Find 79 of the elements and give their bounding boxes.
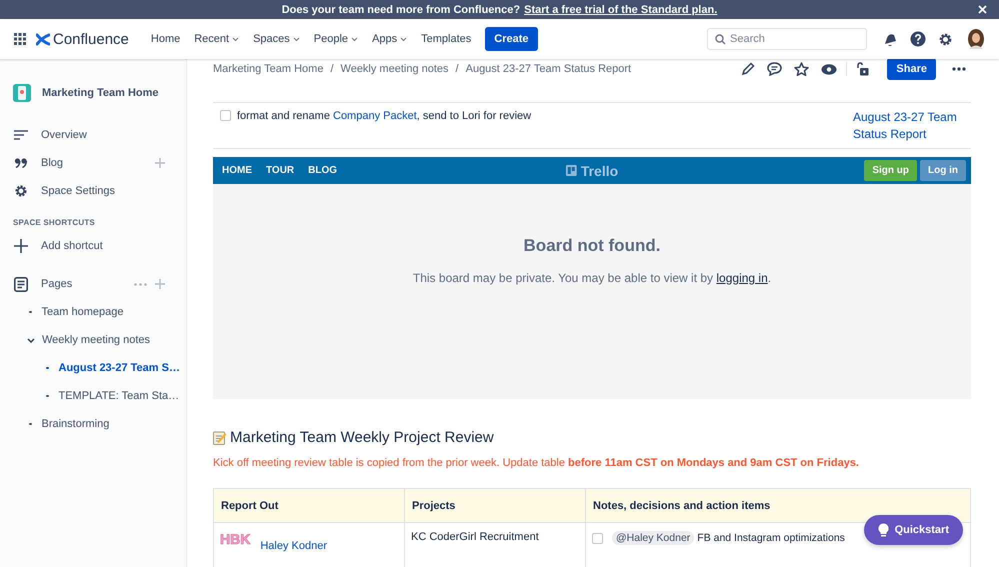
overview-icon: [14, 130, 28, 140]
trial-link[interactable]: Start a free trial of the Standard plan.: [524, 4, 718, 16]
person-link[interactable]: Haley Kodner: [260, 540, 327, 552]
project-name: KC CoderGirl Recruitment: [411, 531, 539, 543]
error-message: This board may be private. You may be able to view it by logging in.: [412, 271, 772, 285]
page-link[interactable]: Company Packet: [333, 110, 417, 122]
nav-menu-item[interactable]: Spaces: [253, 33, 290, 45]
memo-icon: [213, 430, 227, 444]
lightbulb-icon: [878, 523, 889, 537]
breadcrumb-link[interactable]: August 23-27 Team Status Report: [466, 63, 632, 75]
more-icon[interactable]: [952, 67, 966, 71]
nav-menu-item[interactable]: Apps: [372, 33, 398, 45]
page-tree-item[interactable]: TEMPLATE: Team Sta…: [58, 390, 180, 402]
nav-menu-item[interactable]: Recent: [194, 33, 230, 45]
embed-nav-link[interactable]: HOME: [222, 165, 252, 176]
sidebar-item[interactable]: Overview: [41, 129, 165, 141]
task-text: format and rename Company Packet, send to Lori for review: [237, 109, 532, 123]
create-button[interactable]: Create: [485, 27, 538, 51]
chevron-down-icon[interactable]: [27, 338, 35, 342]
unlocked-icon[interactable]: [856, 62, 870, 76]
column-header: Notes, decisions and action items: [586, 488, 970, 522]
sidebar-item[interactable]: Pages: [41, 278, 134, 290]
page-tree-item[interactable]: Weekly meeting notes: [42, 334, 150, 346]
column-header: Report Out: [214, 488, 404, 522]
page-tree-item[interactable]: Team homepage: [42, 306, 124, 318]
chevron-down-icon[interactable]: [400, 36, 408, 42]
page-tree-item[interactable]: Brainstorming: [42, 418, 110, 430]
sidebar-item[interactable]: Blog: [41, 157, 147, 169]
column-header: Projects: [404, 488, 586, 522]
quickstart-button[interactable]: Quickstart: [864, 515, 963, 545]
nav-menu-item[interactable]: Templates: [421, 33, 472, 45]
embed-nav-link[interactable]: BLOG: [308, 165, 338, 176]
page-tree-item[interactable]: August 23-27 Team S…: [58, 362, 180, 374]
nav-menu-item[interactable]: Home: [150, 33, 180, 45]
space-title[interactable]: Marketing Team Home: [42, 87, 159, 99]
chevron-down-icon[interactable]: [351, 36, 358, 42]
notice-text: Kick off meeting review table is copied from the prior week. Update table before 11am CST on Mondays and 9am CST on Fridays.: [213, 457, 860, 469]
add-icon: [14, 239, 28, 253]
logo-icon[interactable]: [36, 32, 50, 46]
task-text: FB and Instagram optimizations: [697, 532, 845, 544]
section-heading: SPACE SHORTCUTS: [12, 217, 96, 229]
log-in-link[interactable]: logging in: [716, 271, 768, 285]
board-logo-icon: [566, 165, 577, 176]
space-avatar-icon: [13, 84, 31, 102]
add-shortcut-link[interactable]: Add shortcut: [41, 240, 165, 252]
sidebar-item[interactable]: Space Settings: [41, 185, 165, 197]
banner-text: Does your team need more from Confluence?: [282, 4, 520, 16]
chevron-down-icon[interactable]: [232, 36, 240, 42]
search-field[interactable]: Search: [707, 28, 867, 50]
section-title: Marketing Team Weekly Project Review: [230, 429, 494, 446]
notification-icon[interactable]: [883, 32, 898, 46]
share-button[interactable]: Share: [887, 59, 936, 80]
close-icon[interactable]: [978, 5, 987, 14]
embed-brand-name: Trello: [580, 162, 618, 178]
settings-icon: [14, 184, 28, 198]
task-checkbox[interactable]: [220, 110, 231, 121]
breadcrumb-link[interactable]: Marketing Team Home: [213, 63, 324, 75]
breadcrumb-separator: /: [456, 63, 459, 75]
user-avatar[interactable]: [967, 29, 985, 49]
comment-icon[interactable]: [767, 62, 782, 76]
embed-nav-link[interactable]: TOUR: [266, 165, 294, 176]
page-icon: [14, 276, 28, 292]
task-checkbox[interactable]: [592, 533, 603, 544]
mention-tag[interactable]: @Haley Kodner: [612, 531, 694, 545]
watch-icon[interactable]: [821, 64, 838, 74]
product-name[interactable]: Confluence: [53, 30, 129, 48]
page-link[interactable]: August 23-27 Team Status Report: [853, 109, 963, 143]
error-heading: Board not found.: [524, 236, 660, 256]
edit-icon[interactable]: [741, 62, 756, 76]
star-icon[interactable]: [794, 62, 810, 76]
help-icon[interactable]: [910, 31, 926, 47]
chevron-down-icon[interactable]: [292, 36, 300, 42]
settings-icon[interactable]: [938, 32, 953, 46]
quote-icon: [14, 158, 28, 168]
app-switcher-icon[interactable]: [14, 33, 26, 45]
breadcrumb-separator: /: [330, 63, 334, 75]
initials-logo: HBK: [220, 531, 250, 547]
nav-menu-item[interactable]: People: [314, 33, 348, 45]
breadcrumb-link[interactable]: Weekly meeting notes: [340, 63, 449, 75]
